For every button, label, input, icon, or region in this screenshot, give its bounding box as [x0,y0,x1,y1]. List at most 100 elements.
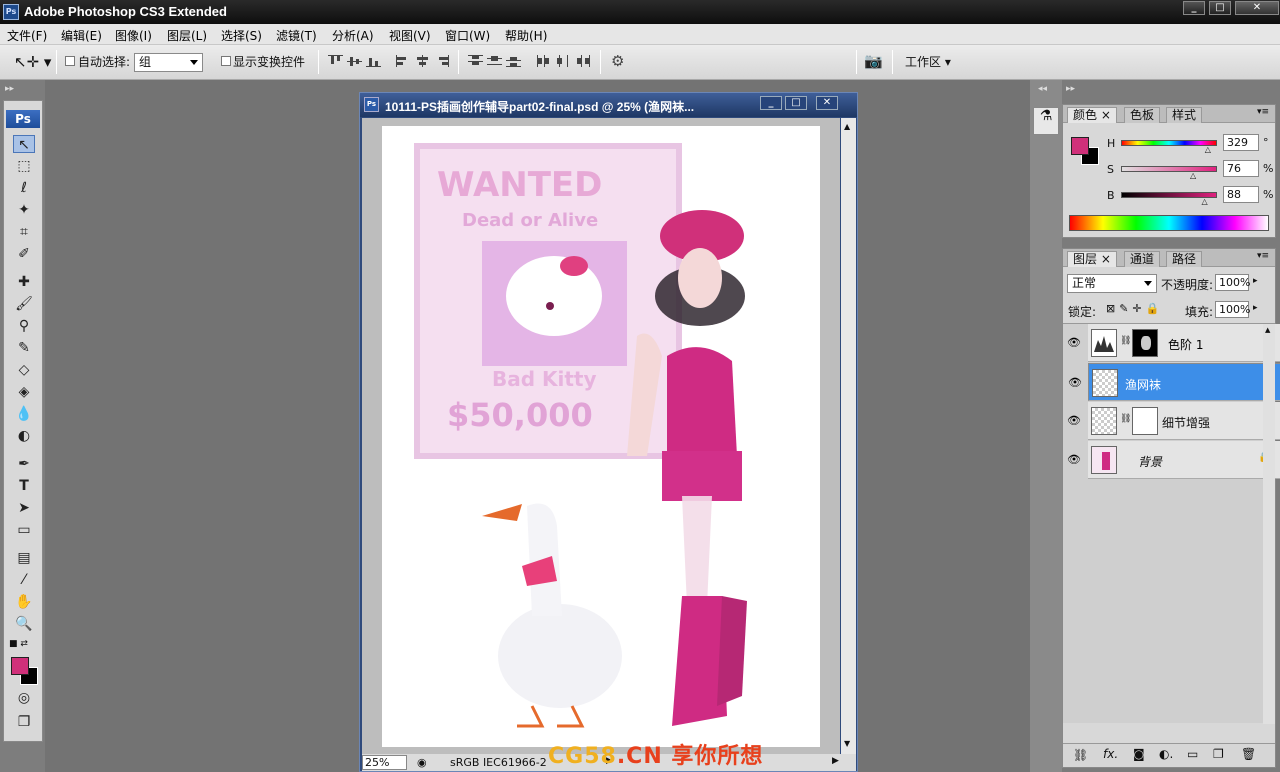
doc-minimize-button[interactable]: _ [760,96,782,110]
align-right-icon[interactable] [434,55,449,67]
eraser-tool-icon[interactable]: ◇ [13,361,35,379]
pen-tool-icon[interactable]: ✒ [13,455,35,473]
scroll-up-icon[interactable]: ▲ [1265,326,1270,334]
hue-slider[interactable] [1121,140,1217,146]
history-brush-tool-icon[interactable]: ✎ [13,339,35,357]
visibility-eye-icon[interactable]: 👁 [1066,376,1084,390]
foreground-color-swatch[interactable] [11,657,29,675]
saturation-slider[interactable] [1121,166,1217,172]
close-button[interactable]: ✕ [1235,1,1279,15]
new-layer-icon[interactable]: ❐ [1213,747,1224,761]
restore-button[interactable]: □ [1209,1,1231,15]
tab-swatches[interactable]: 色板 [1124,107,1161,123]
magic-wand-tool-icon[interactable]: ✦ [13,201,35,219]
menu-select[interactable]: 选择(S) [221,27,262,44]
lasso-tool-icon[interactable]: ℓ [13,179,35,197]
screen-mode-icon[interactable]: ❐ [13,713,35,731]
quick-mask-icon[interactable]: ◎ [13,689,35,707]
dock-grip-icon[interactable]: ▸▸ [1066,84,1075,94]
menu-view[interactable]: 视图(V) [389,27,431,44]
doc-maximize-button[interactable]: □ [785,96,807,110]
scroll-right-icon[interactable]: ▶ [832,756,839,766]
color-fg-swatch[interactable] [1071,137,1089,155]
saturation-value[interactable]: 76 [1223,160,1259,177]
move-tool-preset-icon[interactable]: ↖✛ ▾ [14,53,51,71]
layers-scrollbar[interactable]: ▲ [1263,324,1275,724]
align-bottom-icon[interactable] [366,55,381,67]
menu-window[interactable]: 窗口(W) [445,27,490,44]
menu-image[interactable]: 图像(I) [115,27,152,44]
move-tool-icon[interactable]: ↖ [13,135,35,153]
visibility-eye-icon[interactable]: 👁 [1065,453,1083,467]
align-hcenter-icon[interactable] [415,55,430,67]
zoom-field[interactable]: 25% [362,755,407,770]
minimize-button[interactable]: _ [1183,1,1205,15]
distribute-top-icon[interactable] [468,55,483,67]
distribute-bottom-icon[interactable] [506,55,521,67]
hue-slider-thumb-icon[interactable]: △ [1205,145,1211,154]
menu-layer[interactable]: 图层(L) [167,27,207,44]
show-transform-checkbox[interactable] [221,56,231,66]
slice-tool-icon[interactable]: ✐ [13,245,35,263]
path-selection-tool-icon[interactable]: ➤ [13,499,35,517]
layer-levels[interactable]: 👁 ⛓ 色阶 1 [1067,324,1280,362]
align-vcenter-icon[interactable] [347,55,362,67]
visibility-eye-icon[interactable]: 👁 [1065,414,1083,428]
brightness-slider-thumb-icon[interactable]: △ [1201,197,1207,206]
link-layers-icon[interactable]: ⛓ [1073,748,1088,762]
zoom-tool-icon[interactable]: 🔍 [13,615,35,633]
blend-mode-dropdown[interactable]: 正常 [1067,274,1157,293]
auto-select-checkbox[interactable] [65,56,75,66]
auto-align-icon[interactable]: ⚙ [611,52,624,70]
file-browser-icon[interactable]: 📷 [864,52,883,70]
auto-select-dropdown[interactable]: 组 [134,53,203,72]
healing-brush-tool-icon[interactable]: ✚ [13,273,35,291]
layer-background[interactable]: 👁 背景 🔒 [1067,441,1280,479]
color-spectrum-bar[interactable] [1069,215,1269,231]
document-title-bar[interactable]: Ps 10111-PS插画创作辅导part02-final.psd @ 25% … [360,93,857,117]
fill-arrow-icon[interactable]: ▸ [1253,303,1258,313]
layer-detail-enhance[interactable]: 👁 ⛓ 细节增强 [1067,402,1280,440]
menu-edit[interactable]: 编辑(E) [61,27,102,44]
distribute-right-icon[interactable] [575,55,590,67]
opacity-value[interactable]: 100% [1215,274,1250,291]
fill-value[interactable]: 100% [1215,301,1250,318]
layer-fishnet[interactable]: 👁 渔网袜 [1068,363,1280,401]
saturation-slider-thumb-icon[interactable]: △ [1190,171,1196,180]
scroll-down-icon[interactable]: ▼ [844,739,850,748]
hue-value[interactable]: 329 [1223,134,1259,151]
doc-close-button[interactable]: ✕ [816,96,838,110]
paint-bucket-tool-icon[interactable]: ◈ [13,383,35,401]
align-top-icon[interactable] [328,55,343,67]
navigator-panel-icon[interactable]: ⚗ [1033,107,1059,135]
link-chain-icon[interactable]: ⛓ [1120,336,1131,346]
distribute-hcenter-icon[interactable] [556,55,571,67]
distribute-left-icon[interactable] [537,55,552,67]
brightness-value[interactable]: 88 [1223,186,1259,203]
eyedropper-tool-icon[interactable]: ⁄ [13,571,35,589]
panel-menu-icon[interactable]: ▾≡ [1257,107,1269,117]
collapse-arrows-icon[interactable]: ▸▸ [5,84,14,94]
menu-analysis[interactable]: 分析(A) [332,27,374,44]
workspace-dropdown[interactable]: 工作区 ▾ [905,53,951,70]
menu-file[interactable]: 文件(F) [7,27,47,44]
menu-help[interactable]: 帮助(H) [505,27,547,44]
brush-tool-icon[interactable]: 🖌 [13,295,35,313]
rectangle-tool-icon[interactable]: ▭ [13,521,35,539]
scroll-up-icon[interactable]: ▲ [844,122,850,131]
panel-menu-icon[interactable]: ▾≡ [1257,251,1269,261]
link-chain-icon[interactable]: ⛓ [1120,414,1131,424]
tab-layers[interactable]: 图层 × [1067,251,1117,267]
dodge-tool-icon[interactable]: ◐ [13,427,35,445]
visibility-eye-icon[interactable]: 👁 [1065,336,1083,350]
expand-arrows-icon[interactable]: ◂◂ [1038,84,1047,94]
tab-channels[interactable]: 通道 [1124,251,1161,267]
blur-tool-icon[interactable]: 💧 [13,405,35,423]
tab-color[interactable]: 颜色 × [1067,107,1117,123]
delete-layer-icon[interactable]: 🗑 [1241,747,1256,761]
marquee-tool-icon[interactable]: ⬚ [13,157,35,175]
clone-stamp-tool-icon[interactable]: ⚲ [13,317,35,335]
canvas[interactable]: WANTED Dead or Alive Bad Kitty $50,000 [382,126,820,747]
type-tool-icon[interactable]: T [13,477,35,495]
layer-style-fx-icon[interactable]: fx. [1103,747,1118,761]
